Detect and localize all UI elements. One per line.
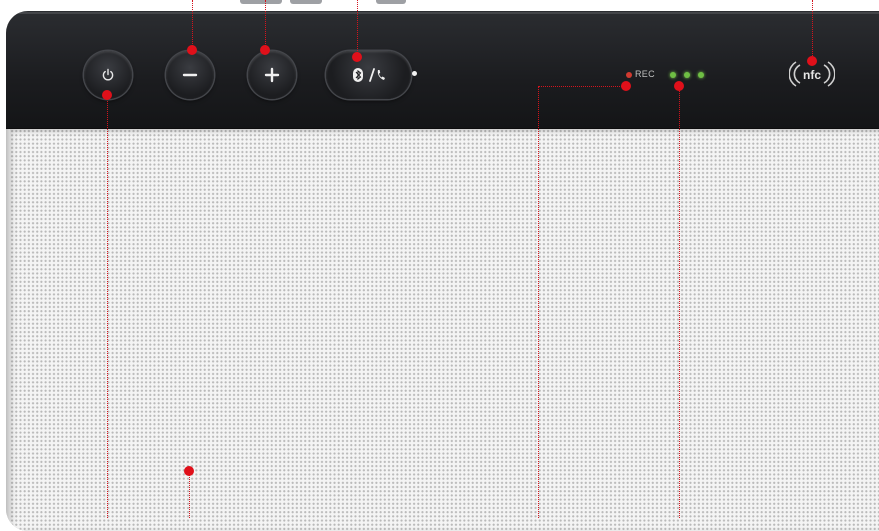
callout-line [679,86,680,518]
callout-line [538,86,626,87]
nfc-label: nfc [803,68,821,82]
callout-line [357,0,358,57]
control-panel [6,11,879,130]
volume-down-button[interactable] [166,51,214,99]
rec-label: REC [635,69,655,79]
callout-dot-nfc [807,56,817,66]
top-ridge [376,0,406,4]
callout-dot-volume-down [187,45,197,55]
top-highlight [16,12,879,14]
speaker-grille [10,129,879,531]
callout-line [192,0,193,50]
power-icon [102,68,114,81]
minus-icon [182,73,198,77]
callout-dot-volume-up [260,45,270,55]
top-ridge [240,0,282,4]
callout-dot-power [102,90,112,100]
callout-dot-rec [621,81,631,91]
callout-line [107,96,108,518]
callout-line [812,0,813,60]
callout-line [538,86,539,518]
callout-dot-speaker [184,466,194,476]
bluetooth-phone-icon [352,68,385,82]
plus-icon [264,67,280,83]
battery-led [698,72,704,78]
top-ridge [290,0,322,4]
bluetooth-call-button[interactable] [326,51,411,99]
callout-line [189,472,190,518]
volume-up-button[interactable] [248,51,296,99]
battery-led [670,72,676,78]
status-indicator-dot [412,71,417,76]
rec-led [626,72,632,78]
speaker-device [6,11,879,531]
callout-dot-bluetooth-call [352,52,362,62]
callout-line [265,0,266,50]
callout-dot-battery [674,81,684,91]
battery-led [684,72,690,78]
